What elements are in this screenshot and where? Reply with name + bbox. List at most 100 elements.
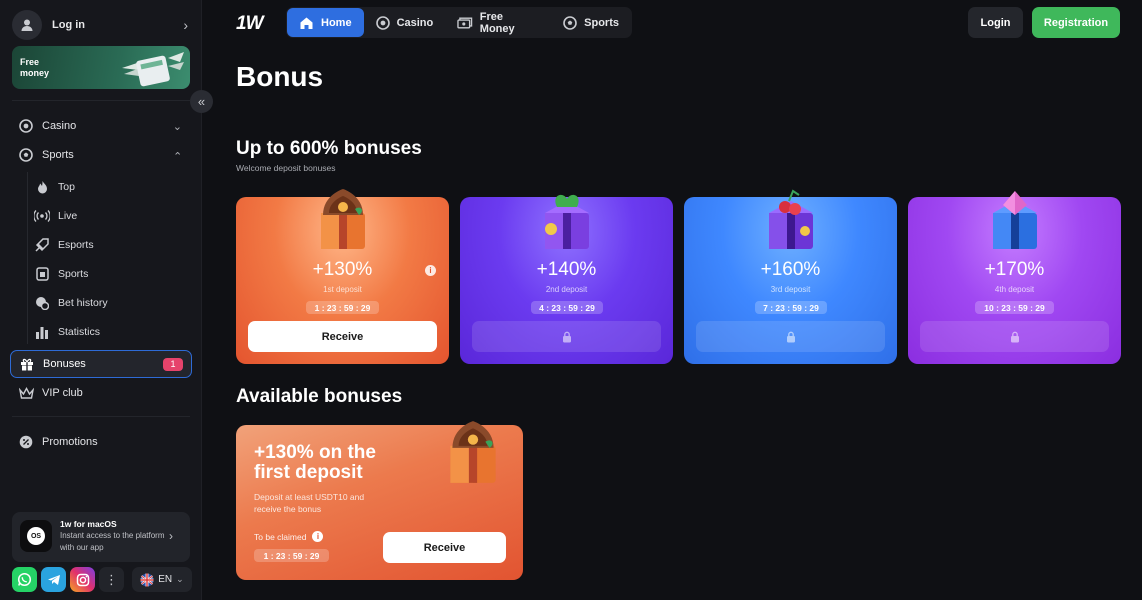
tab-sports[interactable]: Sports — [551, 8, 631, 37]
submenu-line — [27, 172, 28, 344]
sidebar-item-label: Bonuses — [43, 358, 86, 370]
deposit-label: 3rd deposit — [770, 285, 811, 294]
sidebar-subitem-label: Bet history — [58, 297, 108, 309]
bonus-percent: +160% — [760, 259, 821, 280]
login-label: Log in — [52, 19, 85, 31]
to-be-claimed-row: To be claimed i — [254, 531, 324, 542]
free-money-label: Free money — [20, 57, 50, 78]
chevron-right-icon: › — [169, 529, 173, 543]
tab-free-money[interactable]: Free Money — [445, 8, 551, 37]
page-title: Bonus — [236, 61, 324, 92]
casino-chip-icon — [375, 15, 390, 30]
tab-label: Casino — [396, 16, 434, 29]
home-icon — [300, 17, 313, 29]
sidebar-subitem-statistics[interactable]: Statistics — [32, 320, 192, 344]
sports-icon — [34, 266, 50, 282]
broadcast-icon — [34, 208, 50, 224]
chevron-up-icon: ⌄ — [172, 148, 182, 161]
fire-icon — [34, 179, 50, 195]
sidebar-subitem-top[interactable]: Top — [32, 175, 192, 199]
deposit-label: 4th deposit — [994, 285, 1035, 294]
telegram-icon[interactable] — [41, 567, 66, 592]
locked-button — [472, 321, 661, 352]
sidebar-subitem-label: Live — [58, 210, 78, 222]
login-row[interactable]: Log in › — [12, 10, 192, 40]
bonus-card-2nd-deposit: +140% 2nd deposit 4 : 23 : 59 : 29 — [460, 194, 673, 364]
gift-box-icon — [450, 421, 496, 483]
user-icon — [21, 19, 33, 31]
welcome-bonuses-subtitle: Welcome deposit bonuses — [236, 163, 336, 173]
sidebar-item-bonuses[interactable]: Bonuses 1 — [10, 350, 192, 378]
sidebar-item-promotions[interactable]: Promotions — [12, 429, 192, 455]
sidebar-item-label: Promotions — [42, 436, 98, 448]
crown-icon — [18, 385, 34, 401]
sidebar-subitem-esports[interactable]: Esports — [32, 233, 192, 257]
sidebar-subitem-label: Sports — [58, 268, 89, 280]
tab-casino[interactable]: Casino — [364, 8, 446, 37]
available-bonus-title: +130% on the first deposit — [254, 442, 376, 483]
countdown-timer: 1 : 23 : 59 : 29 — [306, 301, 379, 314]
bonus-card-3rd-deposit: +160% 3rd deposit 7 : 23 : 59 : 29 — [684, 189, 897, 364]
gift-box-icon — [769, 189, 813, 249]
money-wings-icon — [122, 52, 184, 87]
tab-home[interactable]: Home — [287, 8, 364, 37]
free-money-banner[interactable]: Free money — [12, 46, 190, 89]
sidebar-item-sports[interactable]: Sports ⌄ — [12, 142, 192, 168]
app-card-title: 1w for macOS — [60, 519, 117, 529]
macos-app-card[interactable]: OS 1w for macOS Instant access to the pl… — [12, 512, 190, 562]
receive-button[interactable]: Receive — [248, 321, 437, 352]
tab-label: Home — [321, 16, 352, 29]
chevron-right-icon: › — [183, 17, 188, 33]
available-bonus-desc: Deposit at least USDT10 and receive the … — [254, 492, 365, 514]
countdown-timer: 1 : 23 : 59 : 29 — [254, 549, 329, 562]
language-selector[interactable]: EN ⌄ — [132, 567, 192, 592]
social-links: ⋮ EN ⌄ — [12, 567, 192, 592]
top-navigation: Home Casino Free Money Sports — [286, 7, 632, 38]
lock-icon — [562, 331, 571, 342]
welcome-bonuses-title: Up to 600% bonuses — [236, 138, 422, 159]
bonus-percent: +170% — [984, 259, 1045, 280]
available-bonuses-title: Available bonuses — [236, 386, 403, 407]
info-icon[interactable]: i — [425, 265, 436, 276]
brand-logo[interactable]: 1W — [236, 13, 263, 35]
more-options-icon[interactable]: ⋮ — [99, 567, 124, 592]
tab-label: Free Money — [479, 10, 515, 35]
gift-box-icon — [993, 191, 1037, 249]
sidebar-subitem-label: Esports — [58, 239, 94, 251]
bonus-percent: +140% — [536, 259, 597, 280]
sidebar-subitem-bet-history[interactable]: Bet history — [32, 291, 192, 315]
tab-label: Sports — [584, 16, 619, 29]
gift-icon — [19, 356, 35, 372]
sidebar-subitem-label: Top — [58, 181, 75, 193]
login-button[interactable]: Login — [968, 7, 1023, 38]
sidebar: Log in › Free money Casino ⌄ Sports ⌄ To… — [0, 0, 202, 600]
percent-badge-icon — [18, 434, 34, 450]
sidebar-subitem-sports[interactable]: Sports — [32, 262, 192, 286]
esports-icon — [34, 237, 50, 253]
sidebar-divider — [12, 416, 190, 417]
casino-chip-icon — [18, 118, 34, 134]
sidebar-item-label: Casino — [42, 120, 77, 132]
sidebar-subitem-live[interactable]: Live — [32, 204, 192, 228]
registration-button[interactable]: Registration — [1032, 7, 1120, 38]
soccer-ball-icon — [18, 147, 34, 163]
info-icon[interactable]: i — [312, 531, 324, 542]
sidebar-item-casino[interactable]: Casino ⌄ — [12, 113, 192, 139]
whatsapp-icon[interactable] — [12, 567, 37, 592]
countdown-timer: 7 : 23 : 59 : 29 — [755, 301, 827, 314]
money-icon — [457, 16, 473, 29]
receive-button[interactable]: Receive — [383, 532, 506, 563]
sidebar-item-vip-club[interactable]: VIP club — [12, 380, 192, 406]
sidebar-item-label: Sports — [42, 149, 74, 161]
os-logo-icon: OS — [27, 527, 45, 545]
countdown-timer: 4 : 23 : 59 : 29 — [531, 301, 603, 314]
sidebar-divider — [12, 100, 190, 101]
bar-chart-icon — [34, 324, 50, 340]
instagram-icon[interactable] — [70, 567, 95, 592]
gift-box-icon — [545, 194, 589, 249]
app-card-text: 1w for macOS Instant access to the platf… — [60, 518, 165, 562]
sidebar-item-label: VIP club — [42, 387, 83, 399]
chevron-down-icon: ⌄ — [172, 120, 182, 133]
sidebar-subitem-label: Statistics — [58, 326, 101, 338]
collapse-sidebar-button[interactable]: « — [190, 90, 213, 113]
